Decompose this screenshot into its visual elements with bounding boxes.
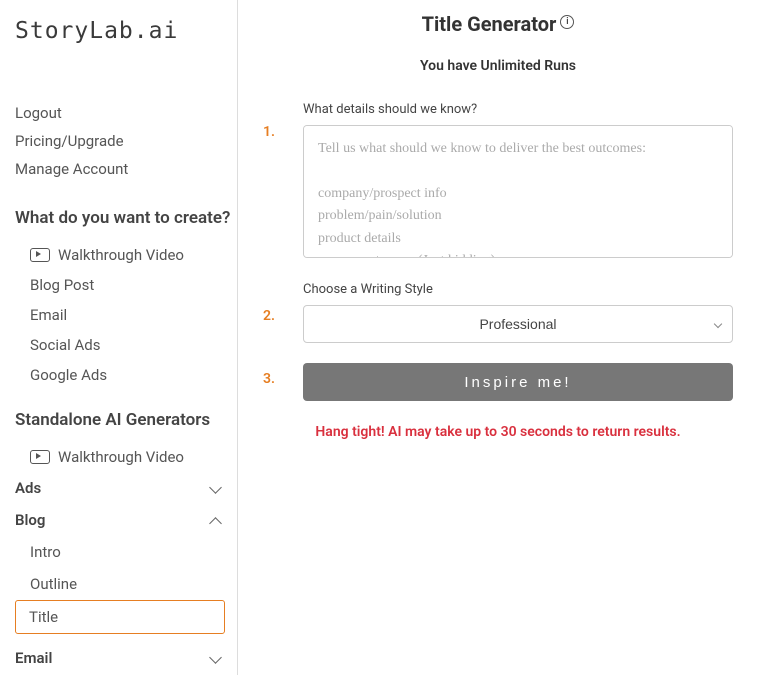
- style-label: Choose a Writing Style: [303, 282, 733, 297]
- form-step-1: 1. What details should we know?: [263, 102, 733, 262]
- page-title: Title Generator: [422, 12, 557, 36]
- accordion-ads[interactable]: Ads: [15, 472, 237, 504]
- chevron-down-icon: [211, 652, 223, 664]
- step-number: 2.: [263, 282, 303, 324]
- loading-text: Hang tight! AI may take up to 30 seconds…: [263, 421, 733, 443]
- details-label: What details should we know?: [303, 102, 733, 117]
- chevron-down-icon: [211, 482, 223, 494]
- inspire-button[interactable]: Inspire me!: [303, 363, 733, 401]
- chevron-up-icon: [211, 514, 223, 526]
- blog-post-item[interactable]: Blog Post: [15, 270, 237, 300]
- accordion-label: Email: [15, 649, 52, 667]
- accordion-email[interactable]: Email: [15, 642, 237, 674]
- runs-text: You have Unlimited Runs: [263, 58, 733, 74]
- social-ads-item[interactable]: Social Ads: [15, 330, 237, 360]
- logout-link[interactable]: Logout: [15, 99, 237, 127]
- email-item[interactable]: Email: [15, 300, 237, 330]
- step-number: 3.: [263, 363, 303, 387]
- blog-outline-item[interactable]: Outline: [15, 568, 225, 600]
- form-step-3: 3. Inspire me!: [263, 363, 733, 401]
- blog-title-item[interactable]: Title: [15, 600, 225, 634]
- accordion-blog[interactable]: Blog: [15, 504, 237, 536]
- step-number: 1.: [263, 102, 303, 140]
- info-icon[interactable]: i: [560, 15, 574, 29]
- walkthrough-video-create[interactable]: Walkthrough Video: [15, 240, 237, 270]
- blog-intro-item[interactable]: Intro: [15, 536, 225, 568]
- title-row: Title Generator i: [263, 12, 733, 36]
- sidebar-item-label: Walkthrough Video: [58, 448, 184, 466]
- sidebar-item-label: Walkthrough Video: [58, 246, 184, 264]
- pricing-link[interactable]: Pricing/Upgrade: [15, 127, 237, 155]
- main-content: Title Generator i You have Unlimited Run…: [238, 0, 758, 675]
- walkthrough-video-generators[interactable]: Walkthrough Video: [15, 442, 237, 472]
- accordion-label: Ads: [15, 479, 41, 497]
- create-heading: What do you want to create?: [15, 208, 237, 228]
- accordion-label: Blog: [15, 511, 45, 529]
- form-step-2: 2. Choose a Writing Style Professional: [263, 282, 733, 343]
- details-input[interactable]: [303, 125, 733, 258]
- video-icon: [30, 248, 50, 262]
- writing-style-select[interactable]: Professional: [303, 305, 733, 343]
- sidebar: StoryLab.ai Logout Pricing/Upgrade Manag…: [0, 0, 238, 675]
- logo: StoryLab.ai: [15, 18, 237, 44]
- google-ads-item[interactable]: Google Ads: [15, 360, 237, 390]
- manage-account-link[interactable]: Manage Account: [15, 155, 237, 183]
- video-icon: [30, 450, 50, 464]
- generators-heading: Standalone AI Generators: [15, 410, 237, 430]
- account-links: Logout Pricing/Upgrade Manage Account: [15, 99, 237, 183]
